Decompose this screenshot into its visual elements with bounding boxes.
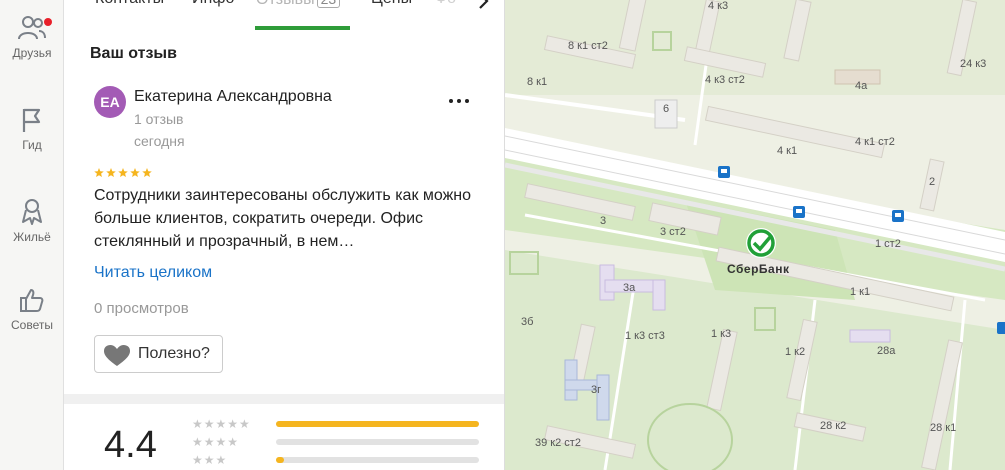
- tab-prices[interactable]: Цены: [371, 0, 412, 8]
- housing-icon: [22, 199, 42, 225]
- rail-label-housing: Жильё: [13, 230, 51, 244]
- tab-info[interactable]: Инфо: [192, 0, 234, 8]
- review-author[interactable]: Екатерина Александровна: [134, 88, 332, 106]
- map-house-number: 28а: [877, 345, 896, 357]
- dot-icon: [449, 99, 453, 103]
- rating-bar: [276, 421, 479, 427]
- map-house-number: 28 к1: [930, 422, 957, 434]
- map-house-number: 6: [663, 103, 670, 115]
- thumbs-up-icon: [20, 289, 44, 312]
- dot-icon: [465, 99, 469, 103]
- map-house-number: 28 к2: [820, 420, 847, 432]
- tab-reviews-count: 23: [316, 0, 341, 8]
- star-icon: [130, 168, 140, 178]
- rail-label-guide: Гид: [22, 138, 42, 152]
- map-house-number: 1 к1: [850, 286, 871, 298]
- friends-icon: [18, 16, 46, 40]
- bus-stop-icon[interactable]: [718, 166, 730, 178]
- rating-bar: [276, 439, 479, 445]
- heart-icon: [104, 345, 130, 366]
- star-icon: [94, 168, 104, 178]
- star-icon: [118, 168, 128, 178]
- map-house-number: 4 к3 ст2: [705, 74, 745, 86]
- rating-bar-fill: [276, 457, 285, 463]
- map-house-number: 1 к3 ст3: [625, 330, 665, 342]
- map-house-number: 4 к3: [708, 0, 729, 12]
- review-stars: [94, 168, 152, 178]
- left-rail: Друзья Гид Жильё Советы: [0, 0, 64, 470]
- map-house-number: 4 к1: [777, 145, 798, 157]
- rating-bar-fill: [276, 421, 479, 427]
- section-title: Ваш отзыв: [90, 45, 177, 62]
- active-tab-indicator: [255, 26, 350, 30]
- bus-stop-icon[interactable]: [892, 210, 904, 222]
- map-house-number: 8 к1: [527, 76, 548, 88]
- tab-photos[interactable]: Фо: [435, 0, 456, 8]
- tab-contacts[interactable]: Контакты: [95, 0, 164, 8]
- rail-label-tips: Советы: [11, 318, 53, 332]
- tab-reviews-label: Отзывы: [256, 0, 315, 8]
- sberbank-poi-icon[interactable]: [746, 228, 776, 258]
- dot-icon: [457, 99, 461, 103]
- map-house-number: 2: [929, 176, 936, 188]
- map-house-number: 39 к2 ст2: [535, 437, 581, 449]
- tab-bar: Контакты Инфо Отзывы23 Цены Фо: [64, 0, 504, 30]
- rail-item-friends[interactable]: Друзья: [0, 14, 64, 60]
- avatar[interactable]: ЕА: [94, 86, 126, 118]
- map-house-number: 3г: [591, 384, 602, 396]
- rail-label-friends: Друзья: [12, 46, 52, 60]
- map-house-number: 4а: [855, 80, 868, 92]
- rail-item-tips[interactable]: Советы: [0, 286, 64, 332]
- rating-row-stars: ★★★★★: [192, 417, 251, 431]
- map-house-number: 1 к2: [785, 346, 806, 358]
- map-house-number: 1 к3: [711, 328, 732, 340]
- map[interactable]: 4 к3 8 к1 ст2 8 к1 4 к3 ст2 4а 24 к3 6 4 к1 4 к1…: [505, 0, 1005, 470]
- rating-row-stars: ★★★: [192, 453, 228, 467]
- map-house-number: 3 ст2: [660, 226, 686, 238]
- flag-icon: [22, 108, 41, 132]
- poi-label[interactable]: СберБанк: [727, 262, 789, 276]
- map-house-number: 1 ст2: [875, 238, 901, 250]
- author-review-count: 1 отзыв: [134, 111, 184, 127]
- place-panel: Контакты Инфо Отзывы23 Цены Фо Ваш отзыв…: [64, 0, 505, 470]
- view-count: 0 просмотров: [94, 300, 189, 317]
- map-house-number: 3: [600, 215, 607, 227]
- section-divider: [64, 394, 504, 404]
- useful-button[interactable]: Полезно?: [94, 335, 223, 373]
- map-house-number: 8 к1 ст2: [568, 40, 608, 52]
- star-icon: [142, 168, 152, 178]
- map-house-number: 3б: [521, 316, 534, 328]
- map-house-number: 3а: [623, 282, 636, 294]
- bus-stop-icon[interactable]: [793, 206, 805, 218]
- bus-stop-icon[interactable]: [997, 322, 1005, 334]
- tab-reviews[interactable]: Отзывы23: [256, 0, 341, 9]
- chevron-right-icon[interactable]: [474, 0, 494, 14]
- rail-item-housing[interactable]: Жильё: [0, 196, 64, 244]
- review-date: сегодня: [134, 133, 185, 149]
- rail-item-guide[interactable]: Гид: [0, 106, 64, 152]
- map-house-number: 24 к3: [960, 58, 987, 70]
- read-more-link[interactable]: Читать целиком: [94, 264, 212, 282]
- rating-bar: [276, 457, 479, 463]
- map-canvas[interactable]: [505, 0, 1005, 470]
- rating-value: 4.4: [104, 424, 157, 466]
- rating-row-stars: ★★★★: [192, 435, 240, 449]
- more-options-button[interactable]: [447, 94, 471, 108]
- map-house-number: 4 к1 ст2: [855, 136, 895, 148]
- review-text: Сотрудники заинтересованы обслужить как …: [94, 187, 472, 250]
- notification-dot: [44, 18, 52, 26]
- useful-label: Полезно?: [138, 345, 210, 362]
- star-icon: [106, 168, 116, 178]
